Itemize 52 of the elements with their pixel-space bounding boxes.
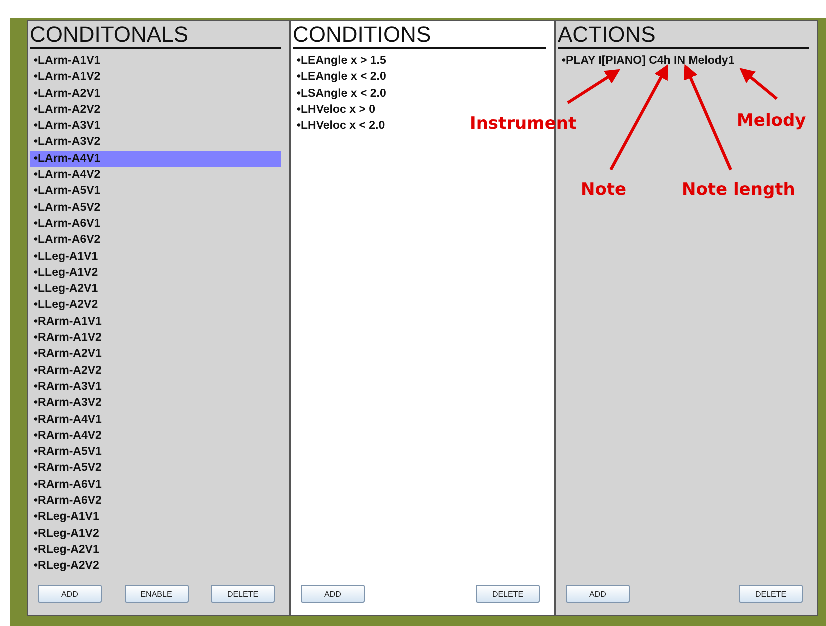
list-item[interactable]: •RArm-A6V2 xyxy=(30,493,102,510)
action-button[interactable]: ENABLE xyxy=(124,585,188,603)
list-item[interactable]: •LArm-A2V2 xyxy=(30,102,101,118)
list-item[interactable]: •LArm-A5V2 xyxy=(30,200,101,216)
annotation-label: Melody xyxy=(737,111,806,131)
list-item[interactable]: •RLeg-A1V2 xyxy=(30,526,100,542)
panel-title: CONDITIONS xyxy=(293,23,546,49)
list-item[interactable]: •RArm-A1V2 xyxy=(30,330,102,346)
list-item[interactable]: •LArm-A2V1 xyxy=(30,86,101,102)
list-item[interactable]: •RLeg-A1V1 xyxy=(30,509,100,526)
list-item[interactable]: •LArm-A4V1 xyxy=(30,150,281,168)
action-button[interactable]: DELETE xyxy=(211,585,275,603)
action-button[interactable]: DELETE xyxy=(739,585,803,603)
list-item[interactable]: •RArm-A2V2 xyxy=(30,362,102,379)
action-button[interactable]: ADD xyxy=(566,585,630,603)
panel-title: CONDITONALS xyxy=(30,23,281,49)
list-item[interactable]: •RArm-A3V2 xyxy=(30,395,102,412)
annotation-label: Note xyxy=(581,180,627,200)
list-item[interactable]: •LArm-A1V2 xyxy=(30,69,101,86)
action-button[interactable]: DELETE xyxy=(476,585,540,603)
annotation-label: Note length xyxy=(682,180,796,200)
list-item[interactable]: •LLeg-A2V1 xyxy=(30,281,98,298)
list-item[interactable]: •LEAngle x < 2.0 xyxy=(293,69,386,86)
list-item[interactable]: •RArm-A4V1 xyxy=(30,412,102,428)
list-item[interactable]: •LArm-A6V1 xyxy=(30,216,101,232)
list-item[interactable]: •LHVeloc x < 2.0 xyxy=(293,118,386,134)
list-item[interactable]: •LArm-A1V1 xyxy=(30,53,101,70)
list-item[interactable]: •LLeg-A2V2 xyxy=(30,297,98,314)
list-item[interactable]: •LHVeloc x > 0 xyxy=(293,102,376,118)
list-item[interactable]: •RArm-A6V1 xyxy=(30,476,102,494)
list-item[interactable]: •LArm-A4V2 xyxy=(30,167,101,184)
list-item[interactable]: •LArm-A3V2 xyxy=(30,134,101,151)
list-item[interactable]: •RArm-A3V1 xyxy=(30,378,102,396)
list-item[interactable]: •LArm-A6V2 xyxy=(30,232,101,249)
list-item[interactable]: •RArm-A5V2 xyxy=(30,460,102,477)
panel-title: ACTIONS xyxy=(558,23,809,49)
list-item[interactable]: •RLeg-A2V1 xyxy=(30,542,100,558)
list-item[interactable]: •RArm-A1V1 xyxy=(30,314,102,330)
action-button[interactable]: ADD xyxy=(301,585,365,603)
list-item[interactable]: •PLAY I[PIANO] C4h IN Melody1 xyxy=(558,53,735,70)
list-item[interactable]: •LEAngle x > 1.5 xyxy=(293,53,386,70)
list-item[interactable]: •RLeg-A2V2 xyxy=(30,558,100,574)
list-item[interactable]: •LArm-A5V1 xyxy=(30,183,101,200)
action-button[interactable]: ADD xyxy=(38,585,102,603)
list-item[interactable]: •RArm-A4V2 xyxy=(30,428,102,444)
list-item[interactable]: •LLeg-A1V2 xyxy=(30,264,98,282)
list-item[interactable]: •LLeg-A1V1 xyxy=(30,248,98,265)
list-item[interactable]: •LArm-A3V1 xyxy=(30,118,101,134)
list-item[interactable]: •RArm-A5V1 xyxy=(30,444,102,460)
list-item[interactable]: •RArm-A2V1 xyxy=(30,346,102,363)
list-item[interactable]: •LSAngle x < 2.0 xyxy=(293,86,386,102)
annotation-arrow xyxy=(740,68,778,100)
